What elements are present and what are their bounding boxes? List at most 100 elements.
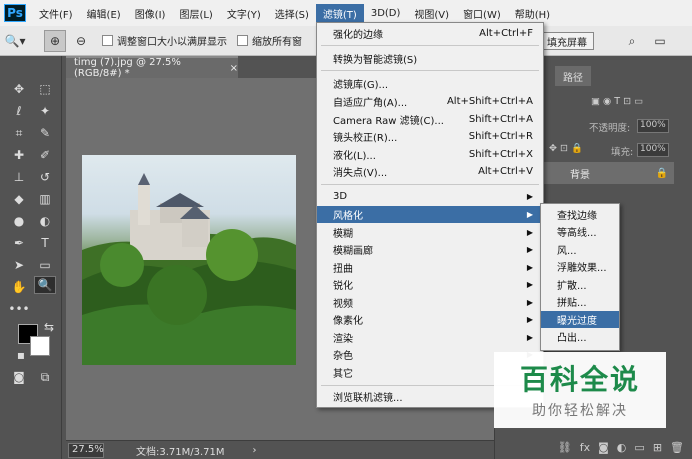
castle-photo-illustration <box>82 173 296 365</box>
swap-colors-icon[interactable]: ⇆ <box>38 318 60 336</box>
new-layer-icon[interactable]: ⊞ <box>653 441 662 454</box>
submenu-arrow-icon: ▶ <box>526 210 533 219</box>
menu-window[interactable]: 窗口(W) <box>456 4 508 23</box>
search-icon[interactable]: ⌕ <box>622 31 642 51</box>
workspace-icon[interactable]: ▭ <box>650 31 670 51</box>
menu-item-lens-correction[interactable]: 镜头校正(R)... Shift+Ctrl+R <box>317 128 543 145</box>
zoom-tool-icon[interactable]: 🔍 <box>34 276 56 294</box>
lasso-tool-icon[interactable]: ℓ <box>8 102 30 120</box>
resize-windows-checkbox[interactable] <box>102 35 113 46</box>
watermark-subtitle: 助你轻松解决 <box>532 403 628 419</box>
menu-layer[interactable]: 图层(L) <box>172 4 219 23</box>
zoom-level-field[interactable]: 27.5% <box>68 442 104 458</box>
menu-item-3d[interactable]: 3D ▶ <box>317 188 543 205</box>
more-tools-icon[interactable]: ••• <box>8 300 30 318</box>
menu-image[interactable]: 图像(I) <box>128 4 173 23</box>
lock-icons[interactable]: ✥ ⊡ 🔒 <box>549 143 583 154</box>
menu-help[interactable]: 帮助(H) <box>508 4 557 23</box>
tab-paths[interactable]: 路径 <box>555 66 591 86</box>
submenu-item-tiles[interactable]: 拼贴... <box>541 293 619 310</box>
layer-mask-icon[interactable]: ◙ <box>598 441 609 454</box>
status-arrow-icon[interactable]: › <box>253 445 257 456</box>
fill-screen-button[interactable]: 填充屏幕 <box>540 32 594 50</box>
menu-item-liquify[interactable]: 液化(L)... Shift+Ctrl+X <box>317 146 543 163</box>
menu-item-sharpen[interactable]: 锐化 ▶ <box>317 276 543 293</box>
menu-item-pixelate[interactable]: 像素化 ▶ <box>317 311 543 328</box>
submenu-item-wind[interactable]: 风... <box>541 241 619 258</box>
document-tab[interactable]: timg (7).jpg @ 27.5%(RGB/8#) * × <box>66 56 238 79</box>
menu-select[interactable]: 选择(S) <box>268 4 316 23</box>
submenu-item-solarize[interactable]: 曝光过度 <box>541 311 619 328</box>
menu-item-filter-gallery[interactable]: 滤镜库(G)... <box>317 75 543 92</box>
menu-item-smart-filter[interactable]: 转换为智能滤镜(S) <box>317 50 543 67</box>
pen-tool-icon[interactable]: ✒ <box>8 234 30 252</box>
crop-tool-icon[interactable]: ⌗ <box>8 124 30 142</box>
menu-filter[interactable]: 滤镜(T) <box>315 3 364 23</box>
submenu-item-find-edges[interactable]: 查找边缘 <box>541 206 619 223</box>
opacity-label: 不透明度: <box>589 123 631 134</box>
default-colors-icon[interactable]: ▪ <box>10 346 32 364</box>
opacity-field[interactable]: 100% <box>637 119 669 133</box>
submenu-arrow-icon: ▶ <box>526 192 533 201</box>
marquee-tool-icon[interactable]: ⬚ <box>34 80 56 98</box>
zoom-in-icon[interactable]: ⊕ <box>44 29 66 52</box>
submenu-item-emboss[interactable]: 浮雕效果... <box>541 258 619 275</box>
zoom-out-icon[interactable]: ⊖ <box>70 30 92 52</box>
quick-mask-icon[interactable]: ◙ <box>8 368 30 386</box>
layer-style-icon[interactable]: fx <box>580 441 590 454</box>
magic-wand-icon[interactable]: ✦ <box>34 102 56 120</box>
gradient-tool-icon[interactable]: ▥ <box>34 190 56 208</box>
rectangle-tool-icon[interactable]: ▭ <box>34 256 56 274</box>
path-selection-icon[interactable]: ➤ <box>8 256 30 274</box>
layer-filter-icons[interactable]: ▣ ◉ T ⊡ ▭ <box>591 96 643 107</box>
menu-type[interactable]: 文字(Y) <box>220 4 268 23</box>
menu-separator <box>321 45 539 46</box>
document-info: 文档:3.71M/3.71M <box>136 446 225 458</box>
menu-item-last-filter[interactable]: 强化的边缘 Alt+Ctrl+F <box>317 25 543 42</box>
brush-tool-icon[interactable]: ✐ <box>34 146 56 164</box>
close-icon[interactable]: × <box>230 63 238 74</box>
dodge-tool-icon[interactable]: ◐ <box>34 212 56 230</box>
zoom-tool-preset-icon[interactable]: 🔍▾ <box>4 30 26 52</box>
resize-windows-label: 调整窗口大小以满屏显示 <box>117 37 227 48</box>
adjustment-layer-icon[interactable]: ◐ <box>617 441 627 454</box>
menu-item-video[interactable]: 视频 ▶ <box>317 294 543 311</box>
menu-item-blur-gallery[interactable]: 模糊画廊 ▶ <box>317 241 543 258</box>
clone-stamp-icon[interactable]: ⊥ <box>8 168 30 186</box>
menu-item-stylize[interactable]: 风格化 ▶ <box>317 206 543 223</box>
menu-file[interactable]: 文件(F) <box>32 4 80 23</box>
menu-separator <box>321 70 539 71</box>
link-layers-icon[interactable]: ⛓ <box>558 441 572 454</box>
menu-item-vanishing-point[interactable]: 消失点(V)... Alt+Ctrl+V <box>317 163 543 180</box>
move-tool-icon[interactable]: ✥ <box>8 80 30 98</box>
submenu-arrow-icon: ▶ <box>526 280 533 289</box>
layer-background[interactable]: 背景 🔒 <box>544 162 674 184</box>
zoom-all-checkbox[interactable] <box>237 35 248 46</box>
submenu-item-diffuse[interactable]: 扩散... <box>541 276 619 293</box>
menu-view[interactable]: 视图(V) <box>407 4 456 23</box>
menu-edit[interactable]: 编辑(E) <box>80 4 128 23</box>
delete-layer-icon[interactable]: 🗑 <box>670 441 684 454</box>
background-color-swatch[interactable] <box>30 336 50 356</box>
menu-item-camera-raw[interactable]: Camera Raw 滤镜(C)... Shift+Ctrl+A <box>317 111 543 128</box>
submenu-arrow-icon: ▶ <box>526 263 533 272</box>
menu-item-render[interactable]: 渲染 ▶ <box>317 329 543 346</box>
eyedropper-icon[interactable]: ✎ <box>34 124 56 142</box>
menu-3d[interactable]: 3D(D) <box>364 6 408 21</box>
group-icon[interactable]: ▭ <box>634 441 644 454</box>
tools-panel: ✥ ⬚ ℓ ✦ ⌗ ✎ ✚ ✐ ⊥ ↺ ◆ ▥ ● ◐ ✒ T ➤ ▭ ✋ 🔍 … <box>0 56 62 459</box>
blur-tool-icon[interactable]: ● <box>8 212 30 230</box>
hand-tool-icon[interactable]: ✋ <box>8 278 30 296</box>
submenu-item-trace-contour[interactable]: 等高线... <box>541 223 619 240</box>
type-tool-icon[interactable]: T <box>34 234 56 252</box>
menu-item-blur[interactable]: 模糊 ▶ <box>317 224 543 241</box>
menu-item-distort[interactable]: 扭曲 ▶ <box>317 259 543 276</box>
submenu-arrow-icon: ▶ <box>526 245 533 254</box>
history-brush-icon[interactable]: ↺ <box>34 168 56 186</box>
submenu-item-extrude[interactable]: 凸出... <box>541 328 619 345</box>
screen-mode-icon[interactable]: ⧉ <box>34 368 56 386</box>
healing-brush-icon[interactable]: ✚ <box>8 146 30 164</box>
menu-item-adaptive-wide-angle[interactable]: 自适应广角(A)... Alt+Shift+Ctrl+A <box>317 93 543 110</box>
eraser-icon[interactable]: ◆ <box>8 190 30 208</box>
fill-field[interactable]: 100% <box>637 143 669 157</box>
